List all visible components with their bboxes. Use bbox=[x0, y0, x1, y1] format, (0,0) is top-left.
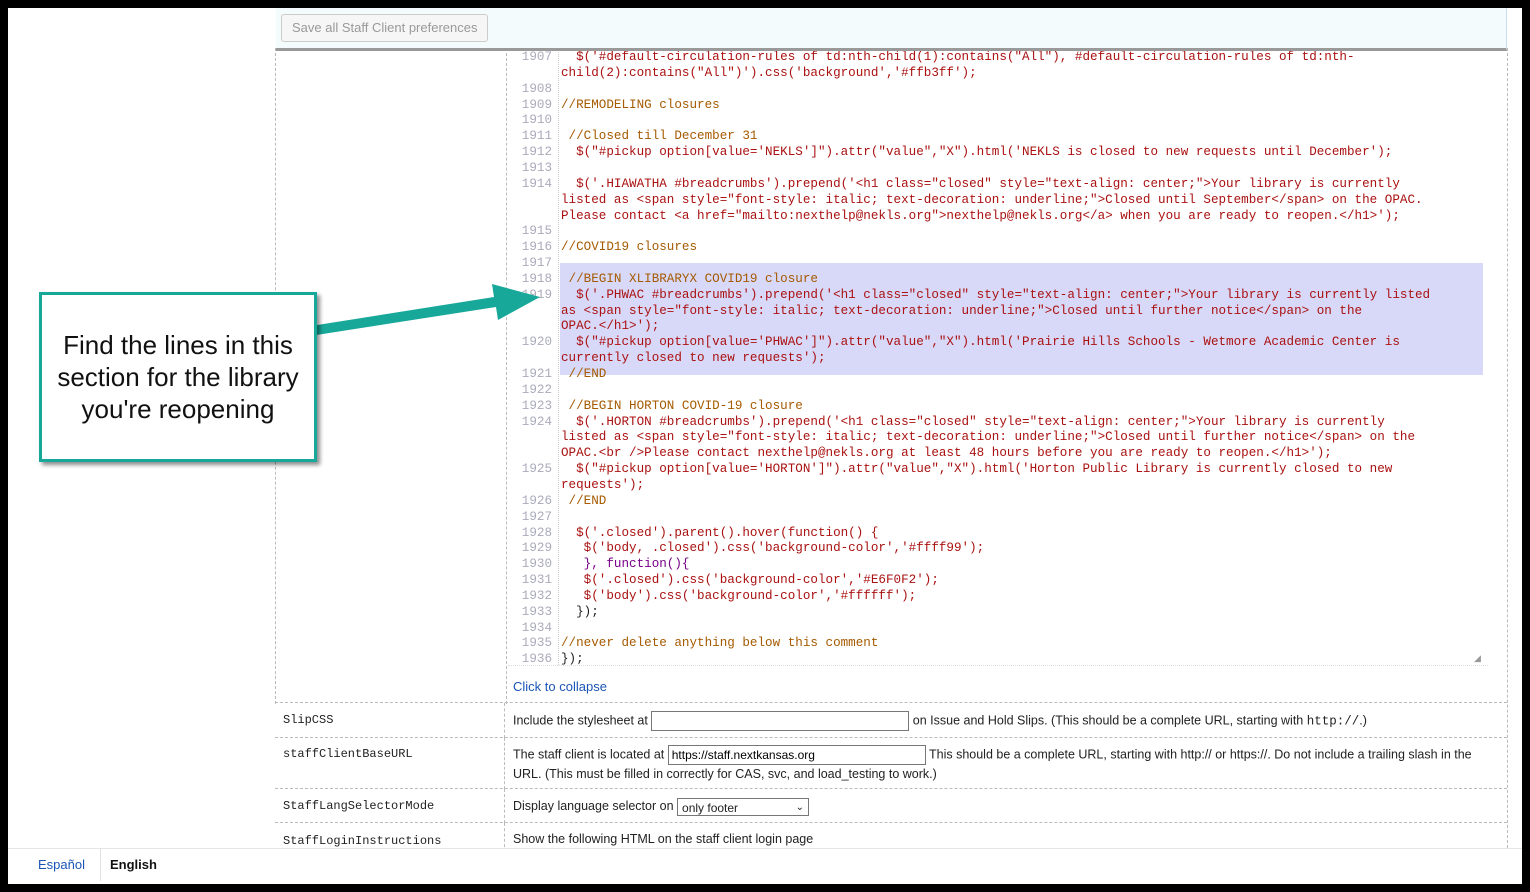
page: 1907 $('#default-circulation-rules of td… bbox=[8, 8, 1522, 884]
callout-text: Find the lines in this section for the l… bbox=[57, 330, 299, 424]
callout-annotation: Find the lines in this section for the l… bbox=[39, 292, 317, 462]
arrow-shape bbox=[310, 284, 540, 336]
